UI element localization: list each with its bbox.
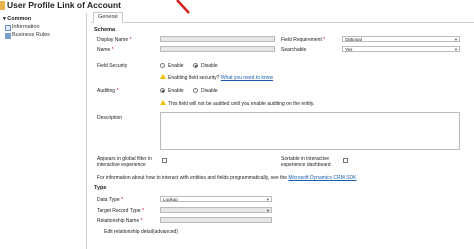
description-textarea[interactable] — [160, 112, 460, 150]
warning-icon — [160, 100, 166, 105]
relationship-name-label: Relationship Name * — [97, 218, 143, 224]
auditing-warning: This field will not be audited until you… — [168, 101, 315, 107]
tab-strip — [91, 13, 474, 23]
data-type-select[interactable]: Lookup ▼ — [160, 196, 272, 202]
business-rules-icon — [5, 33, 11, 39]
sidebar-item-business-rules[interactable]: Business Rules — [12, 32, 50, 38]
auditing-disable-label: Disable — [201, 88, 218, 94]
sdk-link[interactable]: Microsoft Dynamics CRM SDK — [288, 175, 356, 181]
field-security-warning: Enabling field security? What you need t… — [168, 75, 274, 81]
target-record-label: Target Record Type * — [97, 208, 144, 214]
sidebar-heading: ▾ Common — [3, 16, 32, 22]
info-text: For information about how to interact wi… — [97, 175, 357, 181]
description-label: Description — [97, 115, 123, 121]
name-field[interactable] — [160, 46, 275, 52]
display-name-label: Display Name * — [97, 37, 132, 43]
field-security-disable-label: Disable — [201, 63, 218, 69]
page-title: User Profile Link of Account — [7, 0, 121, 10]
searchable-select[interactable]: Yes ▼ — [342, 46, 460, 52]
collapse-icon[interactable]: ▾ — [3, 16, 6, 22]
field-requirement-select[interactable]: Optional ▼ — [342, 36, 460, 42]
sortable-label: Sortable in interactive experience dashb… — [281, 156, 331, 168]
global-filter-label: Appears in global filter in interactive … — [97, 156, 152, 168]
display-name-field[interactable] — [160, 36, 275, 42]
auditing-enable-label: Enable — [168, 88, 184, 94]
auditing-disable-radio[interactable] — [193, 88, 198, 93]
global-filter-checkbox[interactable] — [162, 158, 167, 163]
relationship-name-field[interactable] — [160, 217, 272, 223]
warning-icon — [160, 74, 166, 79]
field-security-label: Field Security — [97, 63, 128, 69]
chevron-down-icon: ▼ — [454, 47, 458, 52]
tab-general[interactable]: General — [93, 12, 123, 23]
chevron-down-icon: ▼ — [454, 37, 458, 42]
field-security-enable-label: Enable — [168, 63, 184, 69]
type-heading: Type — [94, 185, 107, 191]
name-label: Name * — [97, 47, 114, 53]
searchable-label: Searchable — [281, 47, 307, 53]
target-record-select[interactable]: ▼ — [160, 207, 272, 213]
auditing-label: Auditing * — [97, 88, 119, 94]
entity-icon — [0, 1, 5, 10]
edit-relationship-link[interactable]: Edit relationship detail(advanced) — [104, 229, 178, 235]
data-type-label: Data Type * — [97, 197, 124, 203]
field-security-link[interactable]: What you need to know — [221, 75, 273, 81]
information-icon — [5, 25, 11, 31]
chevron-down-icon: ▼ — [266, 208, 270, 213]
schema-heading: Schema — [94, 27, 116, 33]
sidebar — [0, 13, 87, 249]
chevron-down-icon: ▼ — [266, 197, 270, 202]
field-requirement-label: Field Requirement * — [281, 37, 326, 43]
sidebar-item-information[interactable]: Information — [12, 24, 40, 30]
field-security-enable-radio[interactable] — [160, 63, 165, 68]
field-security-disable-radio[interactable] — [193, 63, 198, 68]
auditing-enable-radio[interactable] — [160, 88, 165, 93]
sortable-checkbox[interactable] — [343, 158, 348, 163]
